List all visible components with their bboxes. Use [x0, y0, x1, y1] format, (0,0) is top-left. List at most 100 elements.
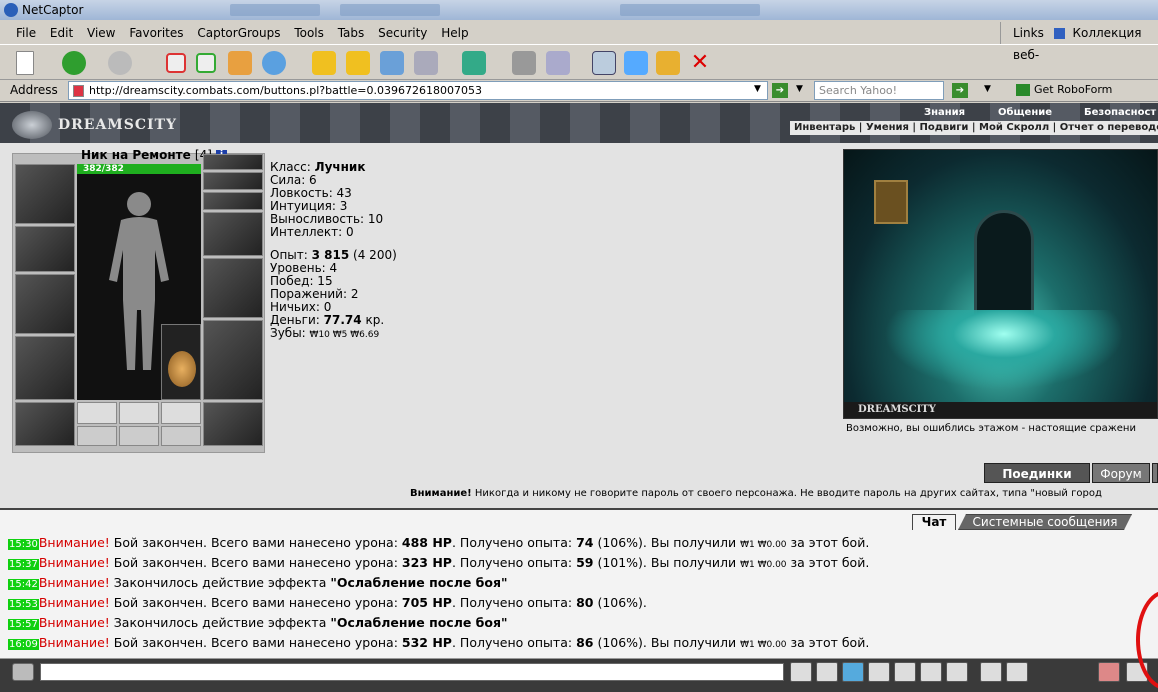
favorites-star-icon[interactable]: [312, 51, 336, 75]
scroll-slot[interactable]: [119, 426, 159, 446]
stat-intellect: Интеллект: 0: [270, 225, 354, 239]
tab-blurred[interactable]: [340, 4, 440, 16]
print-icon[interactable]: [512, 51, 536, 75]
roboform-icon: [1016, 84, 1030, 96]
site-logo[interactable]: DREAMSCITY: [58, 117, 177, 133]
save-icon[interactable]: [868, 662, 890, 682]
menu-tabs[interactable]: Tabs: [338, 26, 365, 40]
tab-system-messages[interactable]: Системные сообщения: [958, 514, 1132, 530]
chat-message: 15:42Внимание! Закончилось действие эффе…: [8, 575, 508, 590]
hp-bar: 382/382: [77, 164, 201, 174]
tab-blurred[interactable]: [230, 4, 320, 16]
mail-icon[interactable]: [414, 51, 438, 75]
menu-tools[interactable]: Tools: [294, 26, 324, 40]
menu-security[interactable]: Security: [378, 26, 427, 40]
menu-view[interactable]: View: [87, 26, 115, 40]
menu-favorites[interactable]: Favorites: [129, 26, 183, 40]
forward-icon[interactable]: [108, 51, 132, 75]
smile-icon[interactable]: [980, 662, 1002, 682]
rings-slot[interactable]: [203, 192, 263, 210]
menu-help[interactable]: Help: [441, 26, 468, 40]
tab-chat[interactable]: Чат: [912, 514, 956, 530]
menu-captorgroups[interactable]: CaptorGroups: [197, 26, 280, 40]
chevron-down-icon[interactable]: ▼: [984, 84, 991, 94]
toolbar: ✕: [0, 44, 1158, 80]
scroll-slot[interactable]: [77, 426, 117, 446]
more-button[interactable]: [1152, 463, 1158, 483]
weapon-slot[interactable]: [15, 274, 75, 334]
refresh-icon[interactable]: [196, 53, 216, 73]
go-icon[interactable]: ➔: [772, 83, 788, 98]
location-scene[interactable]: DREAMSCITY: [843, 149, 1158, 419]
chat-area: Чат Системные сообщения 15:30Внимание! Б…: [0, 508, 1158, 658]
page-icon: [73, 85, 84, 97]
chat-input[interactable]: [40, 663, 784, 681]
helmet-slot[interactable]: [15, 164, 75, 224]
netcaptor-icon: [4, 3, 18, 17]
bracer-slot[interactable]: [15, 226, 75, 272]
nav-communication[interactable]: Общение: [998, 107, 1052, 118]
menu-file[interactable]: File: [16, 26, 36, 40]
nav-bottom[interactable]: Инвентарь | Умения | Подвиги | Мой Скрол…: [790, 121, 1158, 135]
edit-icon[interactable]: [546, 51, 570, 75]
settings-icon[interactable]: [1006, 662, 1028, 682]
window-title: NetCaptor: [22, 3, 84, 17]
nav-knowledge[interactable]: Знания: [924, 107, 965, 118]
gloves-slot[interactable]: [203, 212, 263, 256]
chevron-down-icon[interactable]: ▼: [796, 84, 803, 94]
earrings-slot[interactable]: [203, 172, 263, 190]
address-bar: Address http://dreamscity.combats.com/bu…: [0, 80, 1158, 102]
offhand-slot[interactable]: [203, 258, 263, 318]
logo-emblem-icon: [12, 111, 52, 139]
rune-slot[interactable]: [161, 402, 201, 424]
fullscreen-icon[interactable]: [592, 51, 616, 75]
font-icon[interactable]: [462, 51, 486, 75]
back-icon[interactable]: [62, 51, 86, 75]
wrong-floor-text: Возможно, вы ошиблись этажом - настоящие…: [846, 423, 1136, 434]
walk-icon[interactable]: [894, 662, 916, 682]
links-bar: Links Коллекция веб-: [1000, 22, 1158, 62]
boots-slot[interactable]: [203, 402, 263, 446]
chevron-down-icon[interactable]: ▼: [754, 84, 761, 94]
fight-icon[interactable]: [1098, 662, 1120, 682]
add-favorite-icon[interactable]: [346, 51, 370, 75]
nav-security[interactable]: Безопасност: [1084, 107, 1156, 118]
new-page-icon[interactable]: [16, 51, 34, 75]
duels-button[interactable]: Поединки: [984, 463, 1090, 483]
home-icon[interactable]: [228, 51, 252, 75]
popup-icon[interactable]: [624, 51, 648, 75]
site-header: DREAMSCITY Знания Общение Безопасност Ин…: [0, 103, 1158, 143]
sound-icon[interactable]: [946, 662, 968, 682]
chat-message: 15:53Внимание! Бой закончен. Всего вами …: [8, 595, 647, 610]
search-input[interactable]: Search Yahoo!: [814, 81, 944, 100]
lock-icon[interactable]: [656, 51, 680, 75]
sidebar-icon[interactable]: [380, 51, 404, 75]
search-icon[interactable]: [262, 51, 286, 75]
private-icon[interactable]: [920, 662, 942, 682]
title-bar: NetCaptor: [0, 0, 1158, 20]
scroll-slot[interactable]: [161, 426, 201, 446]
filter-icon[interactable]: [842, 662, 864, 682]
pet-slot[interactable]: [161, 324, 201, 400]
forum-button[interactable]: Форум: [1092, 463, 1150, 483]
speaker-icon[interactable]: [12, 663, 34, 681]
legs-slot[interactable]: [203, 320, 263, 400]
belt-slot[interactable]: [15, 402, 75, 446]
search-go-icon[interactable]: ➔: [952, 83, 968, 98]
links-label: Links: [1013, 26, 1044, 40]
address-input[interactable]: http://dreamscity.combats.com/buttons.pl…: [68, 81, 768, 100]
tab-blurred[interactable]: [620, 4, 760, 16]
send-icon[interactable]: [790, 662, 812, 682]
rune-slot[interactable]: [119, 402, 159, 424]
menu-edit[interactable]: Edit: [50, 26, 73, 40]
character-stats: Класс: Лучник Сила: 6 Ловкость: 43 Интуи…: [270, 161, 430, 342]
chat-messages: 15:30Внимание! Бой закончен. Всего вами …: [8, 534, 1138, 654]
close-icon[interactable]: ✕: [688, 51, 712, 75]
roboform-button[interactable]: Get RoboForm: [1016, 83, 1112, 96]
clear-icon[interactable]: [816, 662, 838, 682]
stop-icon[interactable]: [166, 53, 186, 73]
armor-slot[interactable]: [15, 336, 75, 400]
amulet-slot[interactable]: [203, 154, 263, 170]
rune-slot[interactable]: [77, 402, 117, 424]
scene-caption: DREAMSCITY: [844, 402, 1157, 418]
